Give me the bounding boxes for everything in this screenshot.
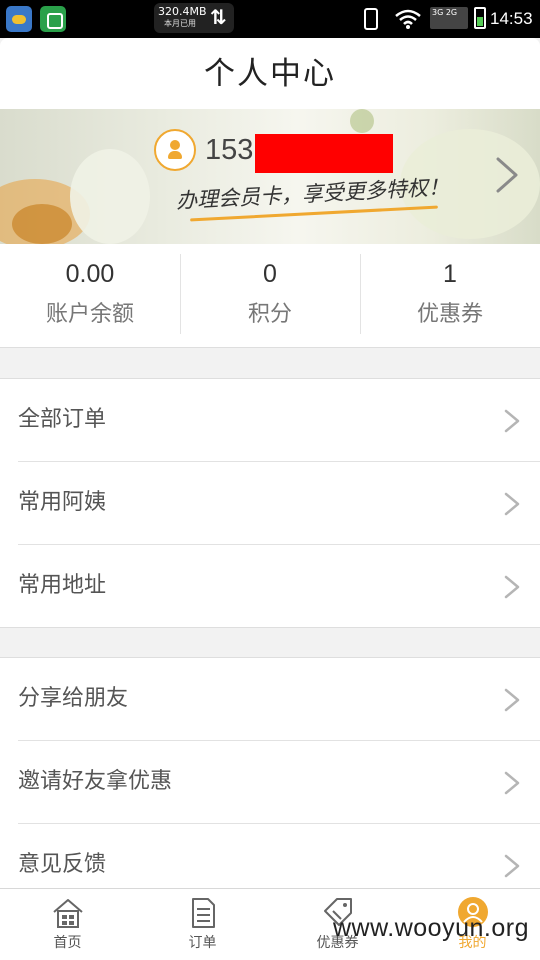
page-title: 个人中心 xyxy=(204,56,336,92)
menu-item-invite[interactable]: 邀请好友拿优惠 xyxy=(18,741,540,824)
traffic-amount: 320.4MB xyxy=(158,5,207,18)
stat-label: 积分 xyxy=(247,302,292,327)
menu-item-share[interactable]: 分享给朋友 xyxy=(18,658,540,741)
redaction-box xyxy=(255,134,393,173)
chevron-right-icon xyxy=(504,575,520,599)
stat-value: 0 xyxy=(263,260,277,288)
menu-item-addresses[interactable]: 常用地址 xyxy=(18,545,540,628)
traffic-sub: 本月已用 xyxy=(164,19,196,28)
banner-decoration xyxy=(70,149,150,244)
stat-label: 账户余额 xyxy=(45,302,134,327)
tab-home[interactable]: 首页 xyxy=(0,889,135,960)
menu-item-favorite-helpers[interactable]: 常用阿姨 xyxy=(18,462,540,545)
signal-icon: 3G 2G xyxy=(430,7,468,29)
stat-points[interactable]: 0 积分 xyxy=(180,244,360,347)
traffic-monitor: 320.4MB 本月已用 ⇅ xyxy=(154,3,234,33)
avatar[interactable] xyxy=(154,129,196,171)
menu-label: 分享给朋友 xyxy=(18,686,129,711)
menu-label: 邀请好友拿优惠 xyxy=(18,769,173,794)
tab-label: 订单 xyxy=(188,935,217,951)
vibrate-icon xyxy=(364,8,378,30)
app-notification-icon xyxy=(40,6,66,32)
clock: 14:53 xyxy=(490,9,533,28)
stat-balance[interactable]: 0.00 账户余额 xyxy=(0,244,180,347)
menu-label: 意见反馈 xyxy=(18,852,107,877)
tab-orders[interactable]: 订单 xyxy=(135,889,270,960)
menu-label: 全部订单 xyxy=(18,407,107,432)
chevron-right-icon[interactable] xyxy=(492,155,522,195)
stat-value: 0.00 xyxy=(65,260,115,288)
menu-label: 常用阿姨 xyxy=(18,490,107,515)
title-bar: 个人中心 xyxy=(0,38,540,109)
data-transfer-icon: ⇅ xyxy=(210,5,227,29)
banner-decoration xyxy=(12,204,72,244)
order-icon xyxy=(191,898,215,928)
tab-label: 首页 xyxy=(53,935,82,951)
banner-decoration xyxy=(350,109,374,133)
chevron-right-icon xyxy=(504,771,520,795)
stat-value: 1 xyxy=(443,260,457,288)
menu-item-all-orders[interactable]: 全部订单 xyxy=(18,379,540,462)
home-icon xyxy=(52,899,83,928)
phone-number: 153 xyxy=(205,134,254,166)
status-bar: 320.4MB 本月已用 ⇅ 3G 2G 14:53 xyxy=(0,0,540,38)
battery-icon xyxy=(474,7,486,29)
user-icon xyxy=(168,140,182,160)
wifi-icon xyxy=(395,9,421,29)
stat-label: 优惠券 xyxy=(416,302,483,327)
member-banner[interactable]: 153 办理会员卡，享受更多特权！ xyxy=(0,109,540,244)
menu-group-social: 分享给朋友 邀请好友拿优惠 意见反馈 xyxy=(0,657,540,897)
menu-group-orders: 全部订单 常用阿姨 常用地址 xyxy=(0,378,540,628)
chevron-right-icon xyxy=(504,492,520,516)
menu-label: 常用地址 xyxy=(18,573,107,598)
chevron-right-icon xyxy=(504,688,520,712)
account-stats: 0.00 账户余额 0 积分 1 优惠券 xyxy=(0,244,540,348)
chevron-right-icon xyxy=(504,409,520,433)
weather-app-icon xyxy=(6,6,32,32)
chevron-right-icon xyxy=(504,854,520,878)
stat-coupons[interactable]: 1 优惠券 xyxy=(360,244,540,347)
watermark: www.wooyun.org xyxy=(333,914,529,942)
